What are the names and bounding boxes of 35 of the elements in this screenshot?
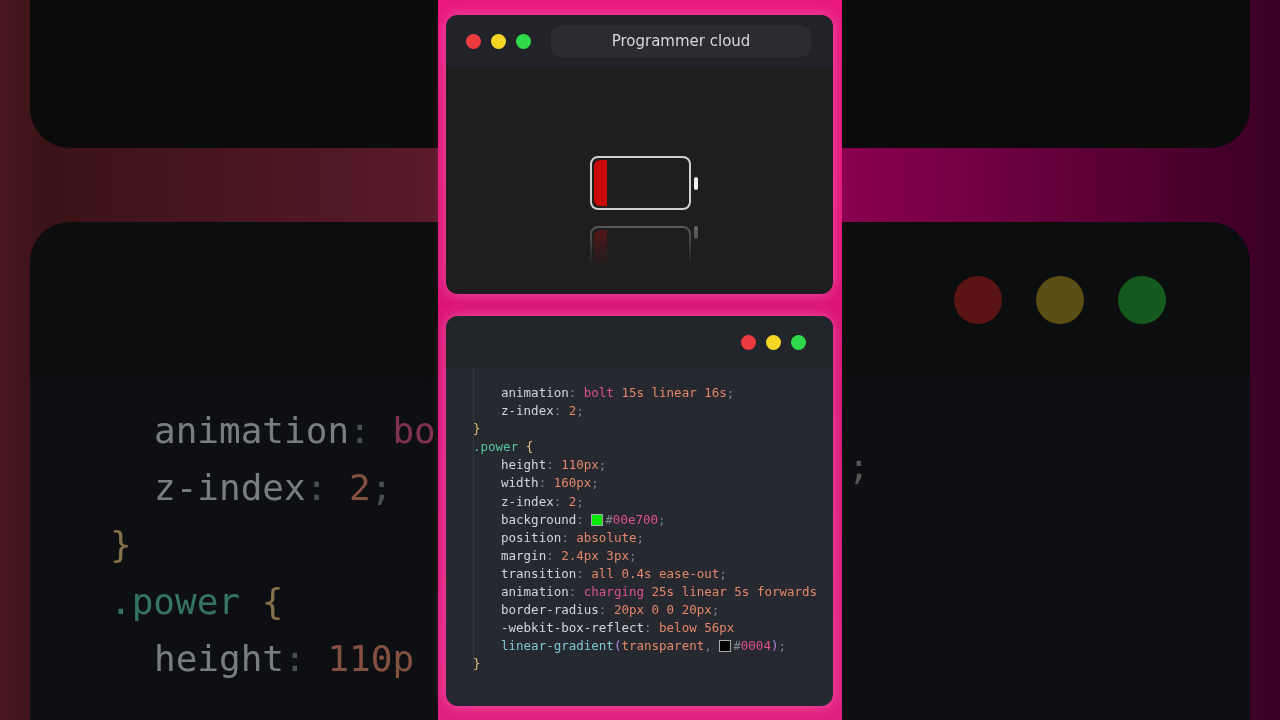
code-line: width: 160px; [500,474,600,493]
code-line: animation: bo [153,409,437,453]
code-line: height: 110p [153,637,416,681]
close-icon[interactable] [741,334,756,350]
code-text: background: [501,510,585,529]
code-line: border-radius: 20px 0 0 20px; [500,601,721,620]
code-line: height: 110px; [500,456,608,475]
minimize-icon[interactable] [491,33,506,49]
minimize-icon [1036,276,1084,324]
code-line: animation: bolt 15s linear 16s; [500,384,736,402]
code-line: z-index: 2; [153,466,394,510]
minimize-icon[interactable] [766,334,781,350]
battery-icon [589,156,698,210]
code-text: #0004); [733,637,786,656]
code-line: } [110,523,133,567]
code-line: } [473,655,482,674]
maximize-icon[interactable] [791,334,806,350]
maximize-icon [1118,276,1166,324]
window-title: Programmer cloud [551,25,811,57]
code-line: } [473,420,482,439]
code-text: ; [848,445,871,489]
code-line: z-index: 2; [500,492,585,511]
close-icon[interactable] [466,33,481,49]
code-line: margin: 2.4px 3px; [500,546,638,565]
close-icon [954,276,1002,324]
code-text: linear-gradient(transparent, [501,637,713,656]
code-line: .power { [110,580,285,624]
code-line: .power { [473,438,535,457]
code-text: #00e700; [605,510,666,529]
maximize-icon[interactable] [516,33,531,49]
code-line: animation: charging 25s linear 5s forwards [500,583,819,602]
code-line: z-index: 2; [500,402,585,421]
code-line: position: absolute; [500,528,646,547]
code-line: -webkit-box-reflect: below 56px [500,619,736,638]
code-line: transition: all 0.4s ease-out; [500,564,728,583]
